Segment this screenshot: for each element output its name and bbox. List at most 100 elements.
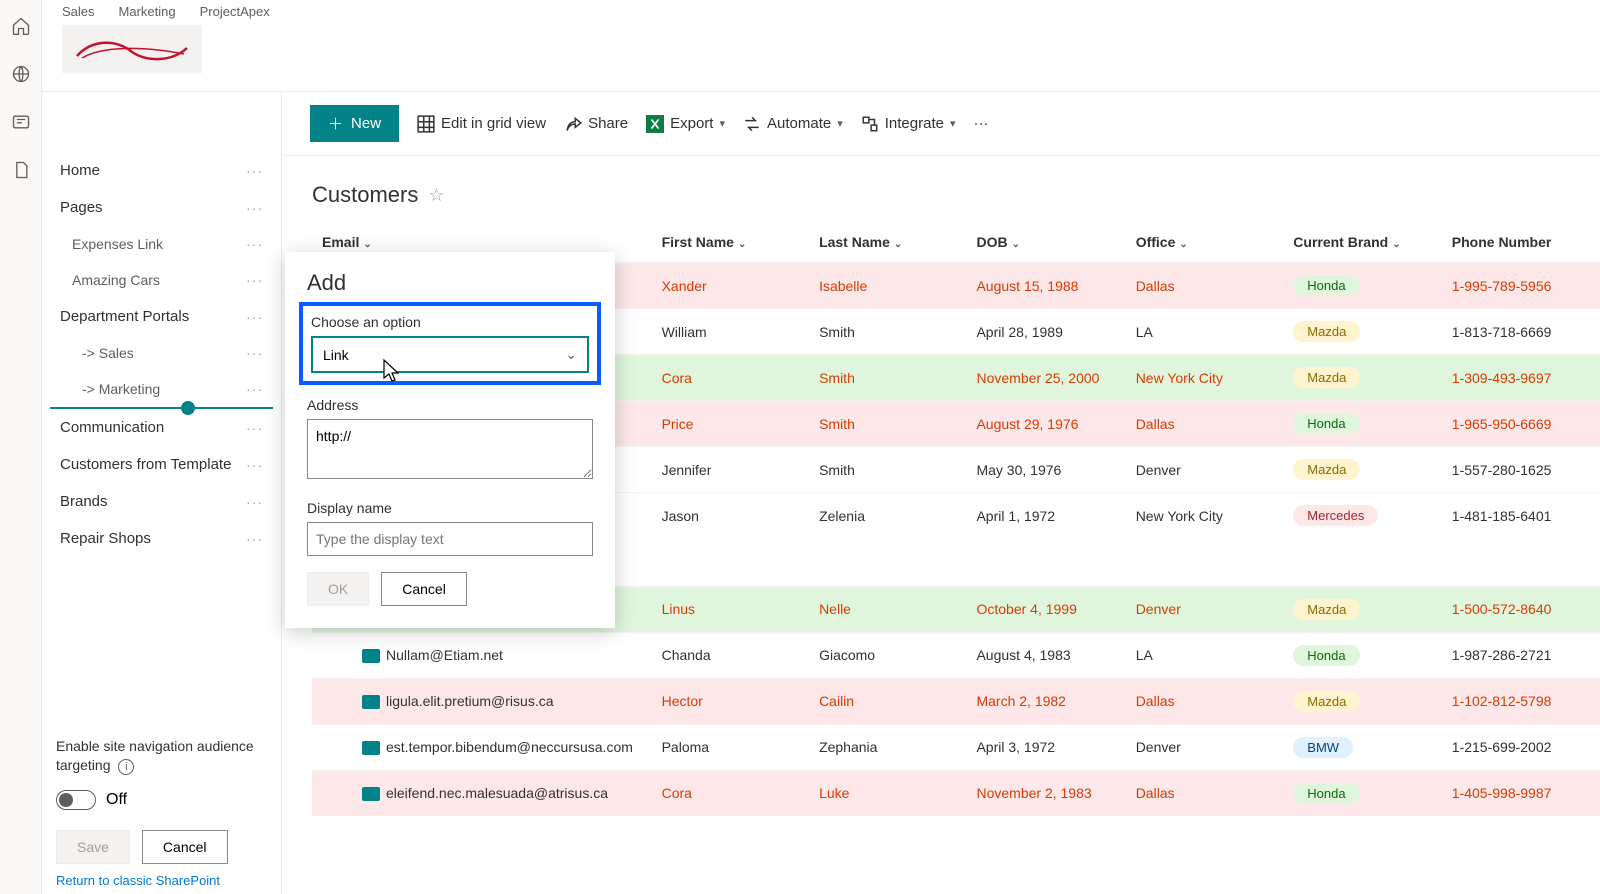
- return-classic-link[interactable]: Return to classic SharePoint: [56, 873, 220, 888]
- home-icon[interactable]: [11, 16, 31, 36]
- edit-grid-button[interactable]: Edit in grid view: [417, 115, 546, 133]
- cell-last-name: Smith: [809, 447, 966, 493]
- cell-dob: August 15, 1988: [966, 263, 1125, 309]
- cell-first-name: Jason: [652, 493, 809, 539]
- nav-more-icon[interactable]: ···: [246, 236, 263, 252]
- cell-dob: April 1, 1972: [966, 493, 1125, 539]
- cell-last-name: Isabelle: [809, 263, 966, 309]
- choose-option-dropdown[interactable]: Link ⌄: [311, 336, 589, 373]
- nav-more-icon[interactable]: ···: [246, 381, 263, 397]
- cell-first-name: Xander: [652, 263, 809, 309]
- col-phone[interactable]: Phone Number: [1442, 222, 1600, 263]
- nav-more-icon[interactable]: ···: [246, 163, 263, 179]
- site-logo[interactable]: [62, 25, 202, 73]
- nav-brands[interactable]: Brands···: [42, 483, 281, 520]
- cell-phone: 1-987-286-2721: [1442, 632, 1600, 678]
- nav-sales[interactable]: -> Sales···: [42, 335, 281, 371]
- nav-more-icon[interactable]: ···: [246, 345, 263, 361]
- nav-pages[interactable]: Pages···: [42, 189, 281, 226]
- cell-phone: 1-481-185-6401: [1442, 493, 1600, 539]
- new-button[interactable]: ＋ New: [310, 105, 399, 142]
- plus-icon: ＋: [328, 113, 343, 134]
- favorite-star-icon[interactable]: ☆: [428, 185, 444, 206]
- mail-icon: [362, 741, 380, 755]
- news-icon[interactable]: [11, 112, 31, 132]
- hub-tab-marketing[interactable]: Marketing: [119, 4, 176, 19]
- brand-pill: Honda: [1293, 413, 1359, 434]
- audience-targeting-toggle[interactable]: [56, 790, 96, 810]
- cell-dob: August 4, 1983: [966, 632, 1125, 678]
- nav-more-icon[interactable]: ···: [246, 420, 263, 436]
- cell-brand: Honda: [1283, 632, 1442, 678]
- brand-pill: Honda: [1293, 783, 1359, 804]
- cell-dob: April 28, 1989: [966, 309, 1125, 355]
- mail-icon: [362, 649, 380, 663]
- cell-phone: 1-965-950-6669: [1442, 401, 1600, 447]
- cell-brand: Honda: [1283, 770, 1442, 816]
- address-input[interactable]: [307, 419, 593, 479]
- hub-tab-apex[interactable]: ProjectApex: [200, 4, 270, 19]
- cell-last-name: Nelle: [809, 586, 966, 632]
- cell-brand: Mazda: [1283, 586, 1442, 632]
- table-row[interactable]: est.tempor.bibendum@neccursusa.comPaloma…: [312, 724, 1600, 770]
- display-name-group: Display name: [307, 500, 593, 556]
- col-last-name[interactable]: Last Name⌄: [809, 222, 966, 263]
- table-row[interactable]: eleifend.nec.malesuada@atrisus.caCoraLuk…: [312, 770, 1600, 816]
- col-office[interactable]: Office⌄: [1126, 222, 1284, 263]
- col-first-name[interactable]: First Name⌄: [652, 222, 809, 263]
- cell-last-name: Smith: [809, 355, 966, 401]
- cell-brand: Honda: [1283, 401, 1442, 447]
- nav-save-button: Save: [56, 830, 130, 864]
- automate-button[interactable]: Automate▾: [743, 115, 843, 133]
- nav-more-icon[interactable]: ···: [246, 272, 263, 288]
- nav-more-icon[interactable]: ···: [246, 531, 263, 547]
- cell-phone: 1-995-789-5956: [1442, 263, 1600, 309]
- nav-more-icon[interactable]: ···: [246, 457, 263, 473]
- cell-brand: Mazda: [1283, 309, 1442, 355]
- info-icon[interactable]: i: [118, 759, 134, 775]
- share-button[interactable]: Share: [564, 115, 628, 133]
- chevron-down-icon: ⌄: [565, 346, 577, 363]
- files-icon[interactable]: [11, 160, 31, 180]
- automate-icon: [743, 115, 761, 133]
- cell-office: LA: [1126, 632, 1284, 678]
- globe-icon[interactable]: [11, 64, 31, 84]
- display-name-input[interactable]: [307, 522, 593, 556]
- cell-phone: 1-309-493-9697: [1442, 355, 1600, 401]
- cell-dob: November 25, 2000: [966, 355, 1125, 401]
- hub-tab-sales[interactable]: Sales: [62, 4, 95, 19]
- chevron-down-icon: ⌄: [1392, 239, 1400, 250]
- nav-department-portals[interactable]: Department Portals···: [42, 298, 281, 335]
- table-row[interactable]: Nullam@Etiam.netChandaGiacomoAugust 4, 1…: [312, 632, 1600, 678]
- table-row[interactable]: ligula.elit.pretium@risus.caHectorCailin…: [312, 678, 1600, 724]
- brand-pill: Mercedes: [1293, 505, 1378, 526]
- nav-customers-template[interactable]: Customers from Template···: [42, 446, 281, 483]
- brand-pill: Mazda: [1293, 599, 1360, 620]
- nav-communication[interactable]: Communication···: [42, 409, 281, 446]
- nav-insert-indicator: [50, 407, 273, 409]
- dialog-title: Add: [307, 270, 593, 296]
- more-commands-button[interactable]: ···: [974, 115, 989, 132]
- brand-pill: BMW: [1293, 737, 1353, 758]
- nav-repair-shops[interactable]: Repair Shops···: [42, 520, 281, 557]
- dialog-cancel-button[interactable]: Cancel: [381, 572, 467, 606]
- dialog-ok-button: OK: [307, 572, 369, 606]
- export-button[interactable]: Export▾: [646, 115, 725, 133]
- nav-expenses-link[interactable]: Expenses Link···: [42, 226, 281, 262]
- cell-dob: November 2, 1983: [966, 770, 1125, 816]
- cell-last-name: Zelenia: [809, 493, 966, 539]
- col-brand[interactable]: Current Brand⌄: [1283, 222, 1442, 263]
- integrate-button[interactable]: Integrate▾: [861, 115, 956, 133]
- nav-home[interactable]: Home···: [42, 152, 281, 189]
- nav-cancel-button[interactable]: Cancel: [142, 830, 228, 864]
- nav-more-icon[interactable]: ···: [246, 309, 263, 325]
- col-dob[interactable]: DOB⌄: [966, 222, 1125, 263]
- nav-more-icon[interactable]: ···: [246, 200, 263, 216]
- nav-marketing[interactable]: -> Marketing···: [42, 371, 281, 407]
- brand-pill: Mazda: [1293, 321, 1360, 342]
- nav-more-icon[interactable]: ···: [246, 494, 263, 510]
- cell-brand: Mazda: [1283, 355, 1442, 401]
- mail-icon: [362, 787, 380, 801]
- nav-amazing-cars[interactable]: Amazing Cars···: [42, 262, 281, 298]
- cell-brand: Honda: [1283, 263, 1442, 309]
